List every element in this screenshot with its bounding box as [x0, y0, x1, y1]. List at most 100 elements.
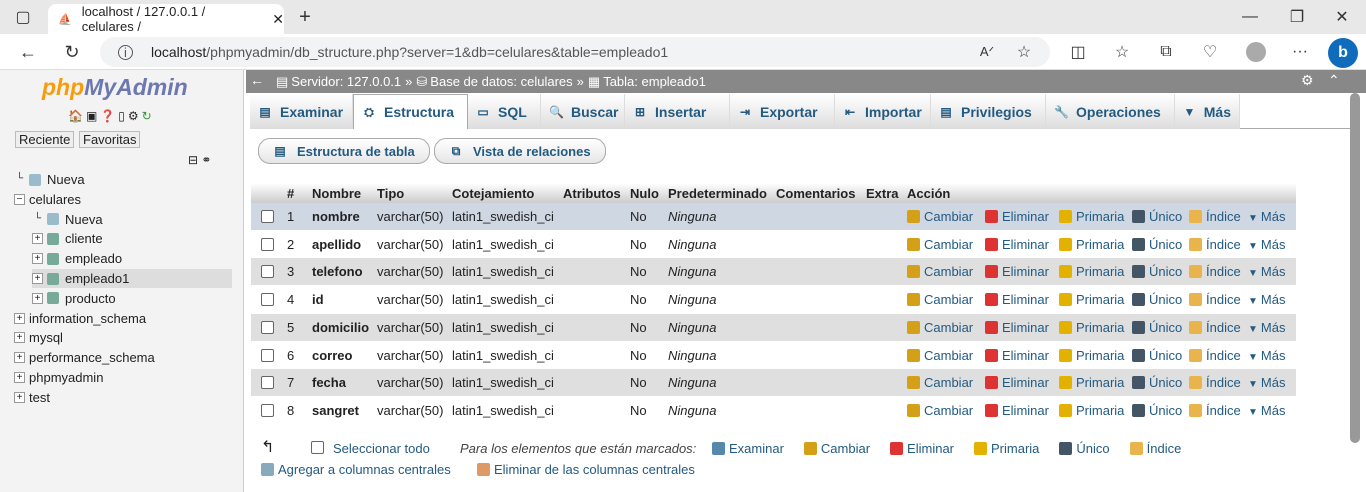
primary-link[interactable]: Primaria — [1059, 320, 1124, 335]
drop-link[interactable]: Eliminar — [985, 403, 1049, 418]
index-link[interactable]: Índice — [1189, 320, 1241, 335]
phpmyadmin-logo[interactable]: phpMyAdmin — [42, 74, 188, 101]
col-type[interactable]: Tipo — [377, 186, 404, 201]
settings-gear-icon[interactable]: ⚙ — [128, 109, 139, 123]
back-icon[interactable]: ← — [16, 40, 40, 64]
collapse-node-icon[interactable]: − — [14, 193, 25, 205]
bulk-index[interactable]: Índice — [1129, 441, 1181, 456]
expand-node-icon[interactable]: + — [32, 233, 43, 245]
index-link[interactable]: Índice — [1189, 209, 1241, 224]
more-link[interactable]: ▼ Más — [1248, 209, 1285, 224]
col-comments[interactable]: Comentarios — [776, 186, 855, 201]
tab-import[interactable]: ⇤ Importar — [835, 94, 931, 129]
url-field[interactable]: i localhost/phpmyadmin/db_structure.php?… — [100, 37, 1050, 67]
home-icon[interactable]: 🏠 — [68, 109, 83, 123]
tree-item-table[interactable]: + producto — [32, 289, 116, 308]
more-link[interactable]: ▼ Más — [1248, 320, 1285, 335]
unique-link[interactable]: Único — [1132, 320, 1182, 335]
tree-item-database[interactable]: − celulares — [14, 190, 81, 209]
unique-link[interactable]: Único — [1132, 292, 1182, 307]
row-checkbox[interactable] — [261, 293, 274, 307]
unique-link[interactable]: Único — [1132, 348, 1182, 363]
index-link[interactable]: Índice — [1189, 292, 1241, 307]
tab-close-icon[interactable]: ✕ — [272, 11, 284, 28]
relation-view-button[interactable]: ⧉ Vista de relaciones — [434, 138, 606, 164]
drop-link[interactable]: Eliminar — [985, 209, 1049, 224]
read-aloud-icon[interactable]: Aᐟ — [975, 40, 999, 64]
drop-link[interactable]: Eliminar — [985, 264, 1049, 279]
maximize-icon[interactable]: ❐ — [1285, 5, 1309, 29]
change-link[interactable]: Cambiar — [907, 348, 973, 363]
tab-operations[interactable]: 🔧 Operaciones — [1046, 94, 1175, 129]
table-structure-button[interactable]: ▤ Estructura de tabla — [258, 138, 430, 164]
expand-node-icon[interactable]: + — [32, 273, 43, 284]
index-link[interactable]: Índice — [1189, 348, 1241, 363]
unique-link[interactable]: Único — [1132, 375, 1182, 390]
more-link[interactable]: ▼ Más — [1248, 375, 1285, 390]
row-checkbox[interactable] — [261, 210, 274, 223]
add-central-columns-link[interactable]: Agregar a columnas centrales — [261, 462, 451, 477]
tab-privileges[interactable]: ▤ Privilegios — [931, 94, 1046, 129]
tab-search[interactable]: 🔍 Buscar — [541, 94, 625, 129]
change-link[interactable]: Cambiar — [907, 403, 973, 418]
expand-node-icon[interactable]: + — [14, 391, 25, 403]
col-attributes[interactable]: Atributos — [563, 186, 621, 201]
change-link[interactable]: Cambiar — [907, 292, 973, 307]
settings-gear-icon[interactable]: ⚙ — [1301, 72, 1314, 89]
unique-link[interactable]: Único — [1132, 237, 1182, 252]
bulk-change[interactable]: Cambiar — [803, 441, 870, 456]
tree-item-database[interactable]: + information_schema — [14, 309, 146, 328]
change-link[interactable]: Cambiar — [907, 209, 973, 224]
index-link[interactable]: Índice — [1189, 264, 1241, 279]
bing-copilot-icon[interactable]: b — [1328, 38, 1358, 68]
breadcrumb-database[interactable]: Base de datos: celulares — [430, 74, 572, 89]
bulk-browse[interactable]: Examinar — [712, 441, 784, 456]
expand-node-icon[interactable]: + — [14, 312, 25, 324]
unique-link[interactable]: Único — [1132, 209, 1182, 224]
docs-icon[interactable]: ▯ — [118, 109, 125, 123]
primary-link[interactable]: Primaria — [1059, 403, 1124, 418]
col-name[interactable]: Nombre — [312, 186, 361, 201]
change-link[interactable]: Cambiar — [907, 375, 973, 390]
tree-item-database[interactable]: + phpmyadmin — [14, 368, 103, 387]
tab-actions-icon[interactable]: ▢ — [12, 6, 34, 28]
more-link[interactable]: ▼ Más — [1248, 348, 1285, 363]
row-checkbox[interactable] — [261, 403, 274, 417]
row-checkbox[interactable] — [261, 265, 274, 279]
row-checkbox[interactable] — [261, 237, 274, 251]
minimize-icon[interactable]: — — [1238, 5, 1262, 29]
new-tab-icon[interactable]: + — [292, 4, 318, 30]
collapse-all-icon[interactable]: ⊟ ⚭ — [188, 153, 211, 167]
collapse-nav-icon[interactable]: ← — [250, 72, 264, 88]
unique-link[interactable]: Único — [1132, 264, 1182, 279]
more-link[interactable]: ▼ Más — [1248, 403, 1285, 418]
browser-essentials-icon[interactable]: ♡ — [1198, 40, 1222, 64]
change-link[interactable]: Cambiar — [907, 237, 973, 252]
remove-central-columns-link[interactable]: Eliminar de las columnas centrales — [477, 462, 695, 477]
drop-link[interactable]: Eliminar — [985, 292, 1049, 307]
tree-item-database[interactable]: + performance_schema — [14, 348, 155, 367]
tree-item-table[interactable]: + empleado1 — [32, 269, 232, 288]
favorites-button[interactable]: Favoritas — [79, 131, 141, 148]
primary-link[interactable]: Primaria — [1059, 375, 1124, 390]
breadcrumb-table[interactable]: Tabla: empleado1 — [603, 74, 706, 89]
tab-export[interactable]: ⇥ Exportar — [730, 94, 835, 129]
primary-link[interactable]: Primaria — [1059, 292, 1124, 307]
tree-item-table[interactable]: + cliente — [32, 229, 103, 248]
bulk-unique[interactable]: Único — [1059, 441, 1110, 456]
help-icon[interactable]: ❓ — [100, 109, 115, 123]
tree-item-database[interactable]: + mysql — [14, 328, 63, 347]
bulk-drop[interactable]: Eliminar — [890, 441, 954, 456]
more-menu-icon[interactable]: ··· — [1288, 40, 1312, 64]
drop-link[interactable]: Eliminar — [985, 320, 1049, 335]
breadcrumb-server[interactable]: Servidor: 127.0.0.1 — [291, 74, 401, 89]
index-link[interactable]: Índice — [1189, 375, 1241, 390]
unique-link[interactable]: Único — [1132, 403, 1182, 418]
info-icon[interactable]: i — [118, 44, 133, 60]
close-window-icon[interactable]: ✕ — [1330, 5, 1354, 29]
tab-more[interactable]: ▼ Más — [1175, 94, 1240, 129]
tab-insert[interactable]: ⊞ Insertar — [625, 94, 730, 129]
select-all-checkbox[interactable] — [311, 441, 324, 454]
change-link[interactable]: Cambiar — [907, 264, 973, 279]
col-collation[interactable]: Cotejamiento — [452, 186, 534, 201]
